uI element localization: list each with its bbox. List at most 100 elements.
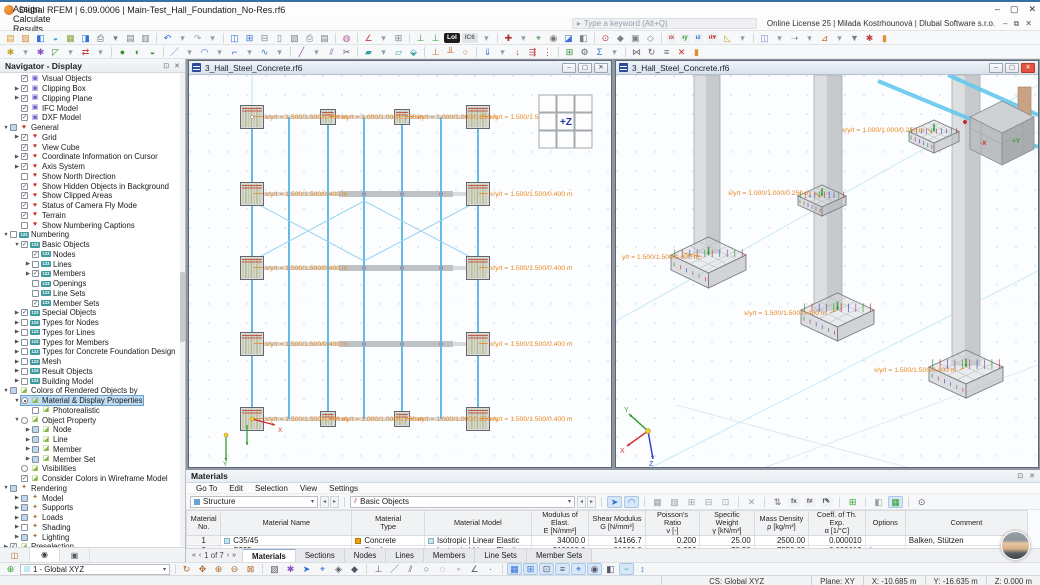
object-snap-button[interactable]: ◉ (546, 32, 561, 44)
combo-caret-button[interactable]: ▾ (479, 32, 494, 44)
table-view-button[interactable]: ▦ (650, 496, 665, 508)
node-new-button[interactable]: ● (115, 46, 130, 58)
tree-item-members[interactable]: ▶ 123Members (0, 269, 185, 279)
checkbox-show-clipped-areas[interactable] (21, 191, 28, 200)
opening-button[interactable]: ▱ (391, 46, 406, 58)
view-dir-button[interactable]: ◇ (643, 32, 658, 44)
expand-icon[interactable]: ▶ (13, 505, 21, 511)
calculator-button[interactable]: ⊞ (845, 496, 860, 508)
surface-menu-button[interactable]: ▾ (376, 46, 391, 58)
tree-item-special-objects[interactable]: ▶ 123Special Objects (0, 308, 185, 318)
table-tab-member-sets[interactable]: Member Sets (526, 549, 593, 562)
pager-first-button[interactable]: « (192, 552, 196, 559)
tree-item-rendering[interactable]: ▼ ✦ Rendering (0, 484, 185, 494)
column-header-material[interactable]: Material No. (186, 510, 222, 536)
tab-views[interactable]: ▣ (60, 548, 90, 562)
visibility-button[interactable]: ◫ (757, 32, 772, 44)
checkbox-special-objects[interactable] (21, 308, 28, 317)
select-iso-button[interactable]: ◆ (347, 563, 362, 575)
checkbox-types-for-nodes[interactable] (21, 319, 28, 327)
expand-icon[interactable]: ▶ (13, 310, 21, 316)
tree-item-types-for-members[interactable]: ▶ 123 Types for Members (0, 337, 185, 347)
checkbox-shading[interactable] (21, 523, 28, 531)
export-excel-button[interactable]: ▦ (888, 495, 904, 508)
materials-table[interactable]: Material No. Material Name Material Type Ma… (186, 510, 1040, 548)
tree-item-clipping-plane[interactable]: ▶ ▣Clipping Plane (0, 94, 185, 104)
iso-window-restore-button[interactable]: ▢ (1005, 62, 1019, 73)
menu-selection[interactable]: Selection (249, 483, 294, 493)
column-header-mass-density[interactable]: Mass Density ρ [kg/m³] (753, 510, 810, 536)
tree-item-mesh[interactable]: ▶ 123 Mesh (0, 357, 185, 367)
column-header-poisson-s-ratio[interactable]: Poisson's Ratio ν [-] (644, 510, 701, 536)
section-tool-button[interactable]: ⊿ (817, 32, 832, 44)
expand-icon[interactable]: ▶ (2, 544, 10, 547)
checkbox-types-for-lines[interactable] (21, 328, 28, 336)
tree-item-node[interactable]: ▶ ◪ Node (0, 425, 185, 435)
loi-badge-button[interactable]: LoI (444, 32, 460, 43)
member-set-button[interactable]: ⫽ (324, 46, 339, 58)
print-graphic-button[interactable]: ⎙ (302, 32, 317, 44)
model-window-plan-title-bar[interactable]: 3_Hall_Steel_Concrete.rf6 – ▢ ✕ (189, 61, 611, 75)
tree-item-lighting[interactable]: ▶ ✦ Lighting (0, 532, 185, 542)
tree-item-building-model[interactable]: ▶ 123 Building Model (0, 376, 185, 386)
support-line-button[interactable]: ╨ (443, 46, 458, 58)
combo1-next-button[interactable]: ▸ (330, 495, 339, 508)
column-header-specific-weight[interactable]: Specific Weight γ [kN/m³] (699, 510, 755, 536)
select-window-button[interactable]: ▧ (267, 563, 282, 575)
arrow-menu-button[interactable]: ▾ (802, 32, 817, 44)
pager-prev-button[interactable]: ‹ (199, 552, 201, 559)
tree-item-object-property[interactable]: ▼ ◪ Object Property (0, 415, 185, 425)
snap-node-button[interactable]: ⊥ (371, 563, 386, 575)
coordinate-system-combo[interactable]: 1 - Global XYZ ▾ (20, 563, 170, 575)
child-close-button[interactable]: ✕ (1025, 19, 1032, 29)
select-move-button[interactable]: ➤ (299, 563, 314, 575)
pager-next-button[interactable]: › (227, 552, 229, 559)
iso-view-canvas[interactable]: y/t = 1.500/1.500/0.400 m x/y/t = 1.000/1… (616, 75, 1038, 467)
support-nodal-button[interactable]: ⊥ (428, 46, 443, 58)
tree-item-line-sets[interactable]: 123 Line Sets (0, 289, 185, 299)
combo2-prev-button[interactable]: ◂ (577, 495, 586, 508)
tree-item-coordinate-information-on-cursor[interactable]: ▶ ♥ Coordinate Information on Cursor (0, 152, 185, 162)
line-new-button[interactable]: ／ (167, 46, 182, 58)
materials-panel-title-bar[interactable]: Materials ⊡ ✕ (186, 470, 1040, 483)
tree-item-supports[interactable]: ▶ ✦ Supports (0, 503, 185, 513)
tree-item-result-objects[interactable]: ▶ 123 Result Objects (0, 367, 185, 377)
view-rotate-button[interactable]: ↻ (179, 563, 194, 575)
calc-all-button[interactable]: Σ (592, 46, 607, 58)
checkbox-coordinate-information-on-cursor[interactable] (21, 152, 28, 161)
select-rotate-button[interactable]: ✱ (283, 563, 298, 575)
checkbox-view-cube[interactable] (21, 143, 28, 151)
checkbox-show-numbering-captions[interactable] (21, 221, 28, 229)
user-avatar[interactable] (1001, 531, 1030, 560)
render-mode-button[interactable]: ◍ (339, 32, 354, 44)
load-menu-button[interactable]: ▾ (495, 46, 510, 58)
grid-settings-button[interactable]: ⊞ (391, 32, 406, 44)
tree-item-material-display-properties[interactable]: ▼ ◪ Material & Display Properties (0, 395, 185, 407)
snap-grid-pt-button[interactable]: · (483, 563, 498, 575)
node-grid-button[interactable]: ◒ (145, 46, 160, 58)
view-full-button[interactable]: ⊠ (243, 563, 258, 575)
menu-assign[interactable]: Assign (6, 4, 58, 14)
undo-menu-button[interactable]: ▾ (175, 32, 190, 44)
load-case-button[interactable]: ⇓ (480, 46, 495, 58)
checkbox-axis-system[interactable] (21, 162, 28, 171)
ic6-badge-button[interactable]: IC6 (461, 32, 478, 43)
child-minimize-button[interactable]: – (1003, 19, 1007, 29)
tree-item-axis-system[interactable]: ▶ ♥ Axis System (0, 162, 185, 172)
expand-icon[interactable]: ▶ (13, 95, 21, 101)
window-layout-button[interactable]: ⊞ (242, 32, 257, 44)
clear-button[interactable]: ✕ (744, 496, 759, 508)
expand-icon[interactable]: ▶ (13, 86, 21, 92)
expand-icon[interactable]: ▼ (2, 125, 10, 131)
checkbox-openings[interactable] (32, 280, 39, 288)
fx-formula-button[interactable]: fx (788, 496, 800, 507)
expand-icon[interactable]: ▶ (24, 271, 32, 277)
line-menu-button[interactable]: ▾ (182, 46, 197, 58)
plan-window-minimize-button[interactable]: – (562, 62, 576, 73)
select-zoom-button[interactable]: ⌖ (315, 563, 330, 575)
tree-item-line[interactable]: ▶ ◪ Line (0, 435, 185, 445)
snap-tangent-button[interactable]: ◦ (451, 563, 466, 575)
tree-item-types-for-lines[interactable]: ▶ 123 Types for Lines (0, 328, 185, 338)
checkbox-preselection[interactable] (10, 542, 17, 547)
tree-item-grid[interactable]: ▶ ♥ Grid (0, 133, 185, 143)
